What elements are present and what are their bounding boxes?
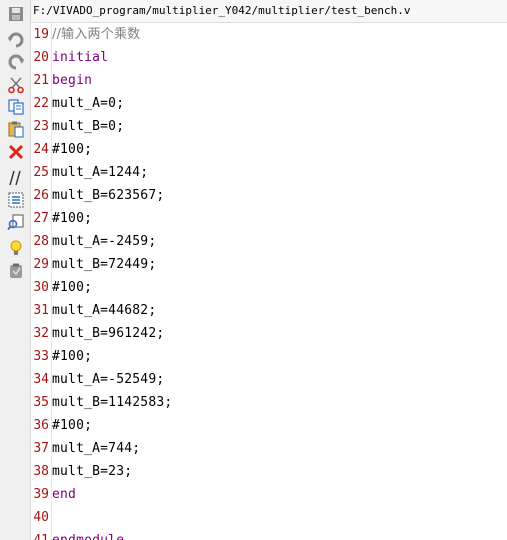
code-line[interactable]: 31 mult_A=44682; xyxy=(31,299,507,322)
code-line[interactable]: 22 mult_A=0; xyxy=(31,92,507,115)
line-number: 30 xyxy=(33,280,49,295)
code-keyword: endmodule xyxy=(52,529,124,540)
line-number: 23 xyxy=(33,119,49,134)
line-number: 33 xyxy=(33,349,49,364)
code-text: mult_B=72449; xyxy=(52,257,157,272)
code-line[interactable]: 19//输入两个乘数 xyxy=(31,23,507,46)
save-icon[interactable] xyxy=(7,5,25,23)
line-number: 20 xyxy=(33,50,49,65)
hint-bulb-icon[interactable] xyxy=(7,239,25,257)
code-line[interactable]: 20 initial xyxy=(31,46,507,69)
editor-toolbar xyxy=(0,0,31,540)
line-number: 19 xyxy=(33,27,49,42)
code-line[interactable]: 21 begin xyxy=(31,69,507,92)
code-line[interactable]: 38 mult_B=23; xyxy=(31,460,507,483)
code-line[interactable]: 33 #100; xyxy=(31,345,507,368)
code-text: #100; xyxy=(52,211,93,226)
line-number: 37 xyxy=(33,441,49,456)
code-text: mult_A=-2459; xyxy=(52,234,157,249)
line-number: 36 xyxy=(33,418,49,433)
line-number: 34 xyxy=(33,372,49,387)
code-keyword: initial xyxy=(52,50,109,65)
line-number: 21 xyxy=(33,73,49,88)
select-all-icon[interactable] xyxy=(7,191,25,209)
file-path-bar: F:/VIVADO_program/multiplier_Y042/multip… xyxy=(31,0,507,23)
code-area[interactable]: 19//输入两个乘数 20 initial 21 begin 22 mult_A=0; 23 m… xyxy=(31,23,507,540)
code-text: mult_B=623567; xyxy=(52,188,165,203)
line-number: 26 xyxy=(33,188,49,203)
code-text: mult_A=744; xyxy=(52,441,141,456)
line-number: 29 xyxy=(33,257,49,272)
delete-icon[interactable] xyxy=(7,143,25,161)
line-number: 28 xyxy=(33,234,49,249)
line-number: 40 xyxy=(33,510,49,525)
code-line[interactable]: 35 mult_B=1142583; xyxy=(31,391,507,414)
code-text: #100; xyxy=(52,349,93,364)
copy-icon[interactable] xyxy=(7,98,25,116)
code-text: #100; xyxy=(52,418,93,433)
line-number: 27 xyxy=(33,211,49,226)
code-line[interactable]: 34 mult_A=-52549; xyxy=(31,368,507,391)
code-text: mult_B=961242; xyxy=(52,326,165,341)
code-line[interactable]: 41endmodule xyxy=(31,529,507,540)
code-keyword: end xyxy=(52,487,77,502)
comment-icon[interactable] xyxy=(7,169,25,187)
line-number: 24 xyxy=(33,142,49,157)
line-number: 25 xyxy=(33,165,49,180)
clipboard-icon[interactable] xyxy=(7,262,25,280)
code-line[interactable]: 25 mult_A=1244; xyxy=(31,161,507,184)
redo-icon[interactable] xyxy=(7,53,25,71)
find-replace-icon[interactable] xyxy=(7,213,25,231)
code-line[interactable]: 39 end xyxy=(31,483,507,506)
code-text: #100; xyxy=(52,280,93,295)
code-text: mult_A=1244; xyxy=(52,165,149,180)
code-editor-window: F:/VIVADO_program/multiplier_Y042/multip… xyxy=(0,0,507,540)
paste-icon[interactable] xyxy=(7,120,25,138)
code-text: #100; xyxy=(52,142,93,157)
line-number: 35 xyxy=(33,395,49,410)
code-text: mult_A=-52549; xyxy=(52,372,165,387)
code-line[interactable]: 32 mult_B=961242; xyxy=(31,322,507,345)
code-line[interactable]: 36 #100; xyxy=(31,414,507,437)
code-comment: //输入两个乘数 xyxy=(52,27,141,42)
line-number: 41 xyxy=(31,529,49,540)
cut-icon[interactable] xyxy=(7,76,25,94)
code-line[interactable]: 30 #100; xyxy=(31,276,507,299)
code-line[interactable]: 26 mult_B=623567; xyxy=(31,184,507,207)
code-line[interactable]: 23 mult_B=0; xyxy=(31,115,507,138)
code-text: mult_B=23; xyxy=(52,464,133,479)
code-keyword: begin xyxy=(52,73,93,88)
line-number: 32 xyxy=(33,326,49,341)
code-text: mult_A=44682; xyxy=(52,303,157,318)
line-number: 39 xyxy=(33,487,49,502)
code-text: mult_A=0; xyxy=(52,96,125,111)
line-number: 38 xyxy=(33,464,49,479)
code-line[interactable]: 27 #100; xyxy=(31,207,507,230)
code-line[interactable]: 28 mult_A=-2459; xyxy=(31,230,507,253)
code-line[interactable]: 24 #100; xyxy=(31,138,507,161)
line-number: 22 xyxy=(33,96,49,111)
code-line[interactable]: 40 xyxy=(31,506,507,529)
code-line[interactable]: 29 mult_B=72449; xyxy=(31,253,507,276)
code-text: mult_B=0; xyxy=(52,119,125,134)
code-line[interactable]: 37 mult_A=744; xyxy=(31,437,507,460)
line-number: 31 xyxy=(33,303,49,318)
code-text: mult_B=1142583; xyxy=(52,395,173,410)
undo-icon[interactable] xyxy=(7,31,25,49)
